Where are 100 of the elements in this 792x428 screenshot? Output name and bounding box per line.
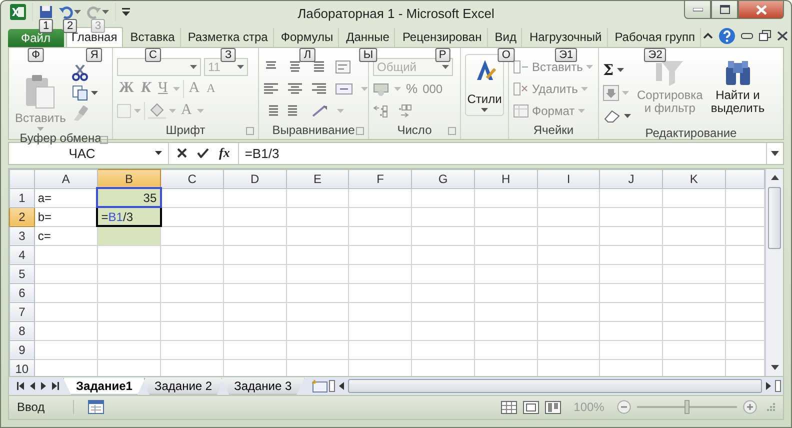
minimize-icon <box>692 8 702 12</box>
row-header[interactable]: 6 <box>10 283 34 302</box>
keytip: 2 <box>62 19 78 33</box>
split-handle-icon[interactable] <box>775 380 781 392</box>
save-icon[interactable] <box>39 5 53 19</box>
last-sheet-icon[interactable] <box>52 382 59 390</box>
horizontal-scroll-thumb[interactable] <box>348 379 762 394</box>
table-cell[interactable] <box>97 226 161 246</box>
close-button[interactable] <box>738 1 784 19</box>
keytip: 3 <box>90 19 106 33</box>
column-header[interactable]: E <box>286 169 349 188</box>
currency-icon[interactable] <box>373 82 389 96</box>
sheet-tab[interactable]: Задание 2 <box>141 378 226 395</box>
minimize-icon[interactable] <box>740 32 753 39</box>
maximize-button[interactable] <box>711 1 738 19</box>
align-bottom-icon[interactable] <box>311 60 327 74</box>
column-header[interactable]: J <box>600 169 663 188</box>
cancel-icon[interactable] <box>177 148 187 158</box>
eraser-icon[interactable] <box>603 108 621 123</box>
align-center-icon[interactable] <box>287 82 303 96</box>
dropdown-icon[interactable] <box>624 114 631 118</box>
page-break-icon[interactable] <box>545 400 561 414</box>
customize-menu-icon[interactable] <box>122 8 130 16</box>
column-header[interactable]: C <box>160 169 224 188</box>
previous-sheet-icon[interactable] <box>30 382 35 390</box>
row-header[interactable]: 8 <box>10 321 34 340</box>
merge-cells-icon[interactable] <box>335 82 353 96</box>
fill-color-icon[interactable] <box>148 102 166 119</box>
column-header[interactable]: G <box>412 169 474 188</box>
scroll-left-icon[interactable] <box>338 382 344 390</box>
undo-icon[interactable] <box>59 5 73 19</box>
formula-field[interactable]: =B1/3 <box>238 146 766 161</box>
increase-decimal-icon[interactable] <box>373 104 389 118</box>
zoom-in-icon[interactable] <box>743 400 757 414</box>
row-header[interactable]: 9 <box>10 340 34 360</box>
row-header[interactable]: 3 <box>10 226 34 246</box>
find-select-button[interactable]: Найти и выделить <box>708 56 767 126</box>
styles-button[interactable]: Стили <box>465 54 504 116</box>
expand-icon[interactable] <box>771 150 779 156</box>
column-header[interactable]: H <box>474 169 538 188</box>
copy-icon[interactable] <box>72 84 88 101</box>
text-orientation-icon[interactable] <box>311 104 329 118</box>
status-mode: Ввод <box>17 400 74 414</box>
insert-function-button[interactable]: fx <box>219 145 230 162</box>
normal-view-icon[interactable] <box>501 400 517 414</box>
zoom-out-icon[interactable] <box>617 400 631 414</box>
page-layout-icon[interactable] <box>523 400 539 414</box>
scroll-up-icon[interactable] <box>770 174 778 180</box>
next-sheet-icon[interactable] <box>41 382 46 390</box>
row-header[interactable]: 2 <box>10 207 34 226</box>
row-header[interactable]: 7 <box>10 302 34 322</box>
minimize-button[interactable] <box>684 1 711 19</box>
sheet-tab[interactable]: Задание 3 <box>221 378 305 395</box>
scroll-down-icon[interactable] <box>770 365 778 370</box>
dropdown-icon[interactable] <box>481 108 488 112</box>
dropdown-icon[interactable] <box>155 151 162 156</box>
close-icon[interactable] <box>776 30 788 41</box>
column-header[interactable]: K <box>662 169 726 188</box>
fill-down-icon[interactable] <box>603 84 619 101</box>
table-cell[interactable]: =B1/3 <box>97 207 161 226</box>
group-title: Выравнивание <box>272 123 355 138</box>
table-cell[interactable]: c= <box>34 226 98 246</box>
table-cell[interactable]: 35 <box>97 188 161 208</box>
align-left-icon[interactable] <box>263 82 279 96</box>
row-header[interactable]: 1 <box>10 188 34 208</box>
autosum-button[interactable]: Σ <box>603 60 614 79</box>
help-icon[interactable] <box>718 28 735 44</box>
scissors-icon[interactable] <box>72 64 88 81</box>
decrease-decimal-icon[interactable] <box>397 104 413 118</box>
align-right-icon[interactable] <box>311 82 327 96</box>
font-name-field[interactable] <box>117 58 201 76</box>
column-header[interactable]: D <box>223 169 286 188</box>
dropdown-icon[interactable] <box>90 90 98 95</box>
scroll-right-icon[interactable] <box>766 382 771 390</box>
zoom-slider-thumb[interactable] <box>684 400 690 414</box>
collapse-ribbon-icon[interactable] <box>702 32 713 40</box>
insert-sheet-icon[interactable] <box>310 379 329 394</box>
dropdown-icon[interactable] <box>616 68 624 72</box>
column-header[interactable]: F <box>348 169 412 188</box>
file-tab[interactable]: Файл <box>8 28 64 47</box>
split-handle-icon[interactable] <box>328 380 335 392</box>
group-title: Шрифт <box>166 123 206 138</box>
delete-cells-icon <box>513 82 529 96</box>
column-header[interactable]: A <box>34 169 98 188</box>
column-header[interactable]: B <box>97 169 161 188</box>
row-header[interactable]: 4 <box>10 245 34 264</box>
row-header[interactable]: 10 <box>10 359 34 376</box>
wrap-text-icon[interactable] <box>335 60 351 74</box>
first-sheet-icon[interactable] <box>17 382 24 390</box>
sheet-tab[interactable]: Задание1 <box>63 378 146 395</box>
align-middle-icon[interactable] <box>287 60 303 74</box>
column-header[interactable]: I <box>537 169 600 188</box>
enter-icon[interactable] <box>197 148 209 158</box>
scroll-thumb[interactable] <box>768 186 781 249</box>
row-header[interactable]: 5 <box>10 264 34 284</box>
window-title: Лабораторная 1 - Microsoft Excel <box>298 6 494 21</box>
close-icon <box>756 4 766 14</box>
macro-record-icon[interactable] <box>88 400 104 414</box>
excel-logo-icon <box>10 4 26 20</box>
restore-icon[interactable] <box>758 30 771 42</box>
